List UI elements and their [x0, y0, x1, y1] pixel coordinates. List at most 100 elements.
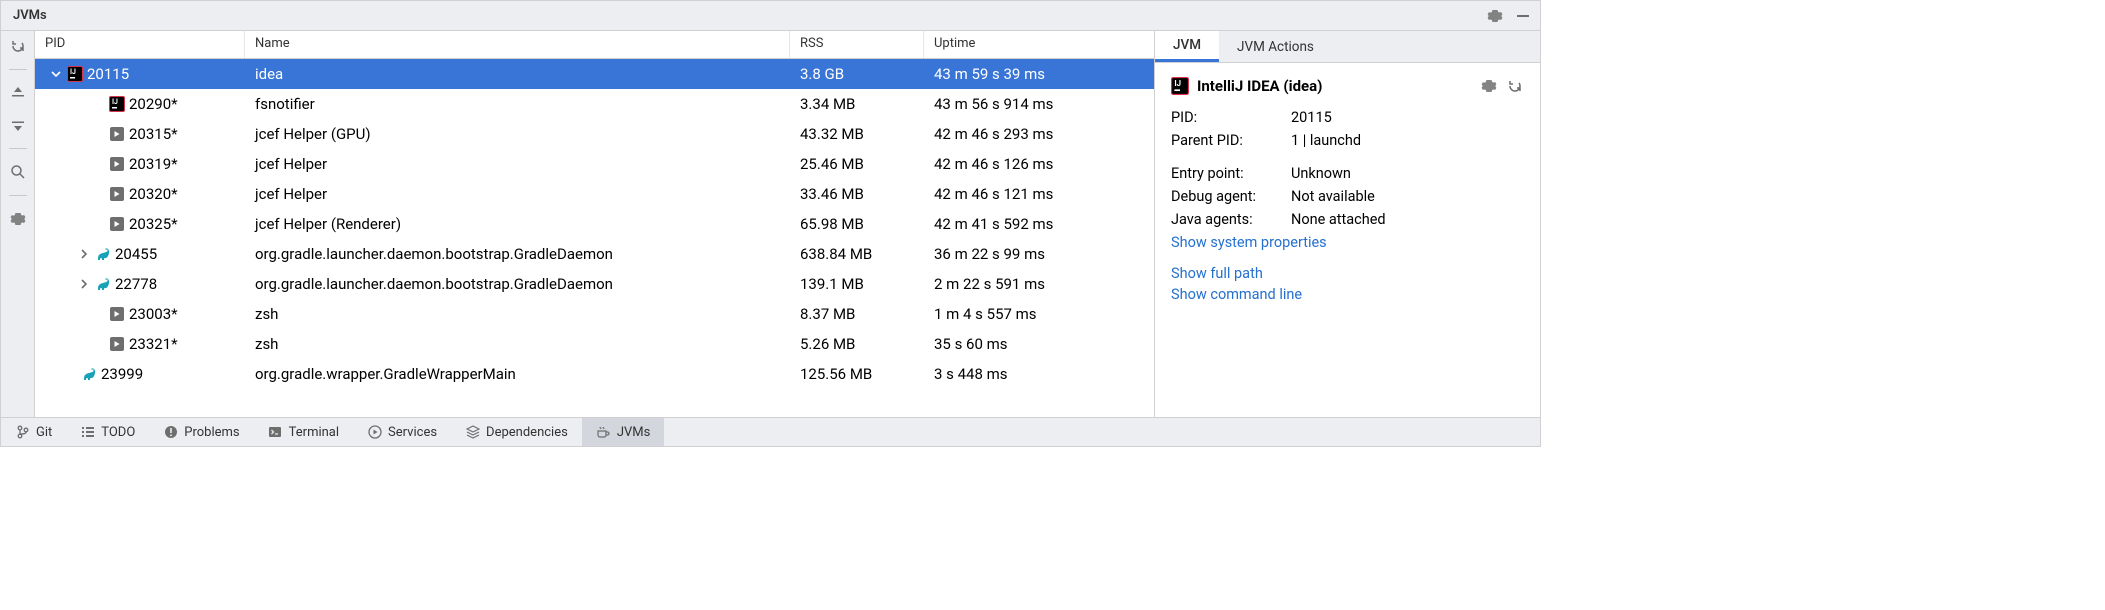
agents-value: None attached [1291, 211, 1524, 228]
refresh-icon[interactable] [9, 37, 27, 55]
bottom-todo[interactable]: TODO [66, 418, 149, 446]
column-rss[interactable]: RSS [790, 31, 924, 58]
search-icon[interactable] [9, 163, 27, 181]
uptime-text: 42 m 46 s 121 ms [924, 185, 1154, 203]
column-uptime[interactable]: Uptime [924, 31, 1154, 58]
name-text: jcef Helper [245, 185, 790, 203]
name-text: zsh [245, 335, 790, 353]
pid-text: 22778 [115, 275, 157, 293]
details-refresh-icon[interactable] [1506, 77, 1524, 95]
table-row[interactable]: 22778org.gradle.launcher.daemon.bootstra… [35, 269, 1154, 299]
bottom-jvms-label: JVMs [617, 425, 651, 440]
expand-all-icon[interactable] [9, 84, 27, 102]
name-text: org.gradle.wrapper.GradleWrapperMain [245, 365, 790, 383]
bottom-todo-label: TODO [101, 425, 135, 440]
bottom-problems[interactable]: Problems [149, 418, 253, 446]
details-title: IntelliJ IDEA (idea) [1197, 77, 1472, 95]
link-full-path[interactable]: Show full path [1171, 265, 1524, 282]
exec-icon [109, 126, 125, 142]
name-text: jcef Helper [245, 155, 790, 173]
details-tabs: JVM JVM Actions [1155, 31, 1540, 63]
bottom-git[interactable]: Git [1, 418, 66, 446]
play-icon [367, 425, 382, 440]
chevron-right-icon[interactable] [77, 279, 91, 289]
rss-text: 43.32 MB [790, 125, 924, 143]
jvms-panel: JVMs [0, 0, 1541, 447]
exec-icon [109, 336, 125, 352]
table-row[interactable]: IJ20115idea3.8 GB43 m 59 s 39 ms [35, 59, 1154, 89]
terminal-icon [268, 425, 283, 440]
gradle-icon [95, 276, 111, 292]
bottom-problems-label: Problems [184, 425, 239, 440]
rss-text: 65.98 MB [790, 215, 924, 233]
chevron-right-icon[interactable] [77, 249, 91, 259]
details-gear-icon[interactable] [1480, 77, 1498, 95]
ppid-value: 1 | launchd [1291, 132, 1524, 149]
table-row[interactable]: 23999org.gradle.wrapper.GradleWrapperMai… [35, 359, 1154, 389]
svg-text:IJ: IJ [112, 98, 118, 106]
pid-text: 20315* [129, 125, 178, 143]
ij-icon: IJ [109, 96, 125, 112]
rss-text: 3.8 GB [790, 65, 924, 83]
bottom-dependencies[interactable]: Dependencies [451, 418, 582, 446]
pid-text: 20115 [87, 65, 129, 83]
table-row[interactable]: 20320*jcef Helper33.46 MB42 m 46 s 121 m… [35, 179, 1154, 209]
collapse-all-icon[interactable] [9, 116, 27, 134]
uptime-text: 42 m 41 s 592 ms [924, 215, 1154, 233]
table-row[interactable]: 20315* jcef Helper (GPU)43.32 MB42 m 46 s… [35, 119, 1154, 149]
table-row[interactable]: 20455 org.gradle.launcher.daemon.bootstra… [35, 239, 1154, 269]
uptime-text: 43 m 56 s 914 ms [924, 95, 1154, 113]
rss-text: 139.1 MB [790, 275, 924, 293]
table-row[interactable]: 23003*zsh8.37 MB1 m 4 s 557 ms [35, 299, 1154, 329]
link-system-properties[interactable]: Show system properties [1171, 234, 1524, 251]
ij-icon: IJ [67, 66, 83, 82]
table-row[interactable]: IJ20290*fsnotifier3.34 MB43 m 56 s 914 m… [35, 89, 1154, 119]
uptime-text: 1 m 4 s 557 ms [924, 305, 1154, 323]
bottom-terminal[interactable]: Terminal [254, 418, 353, 446]
rss-text: 5.26 MB [790, 335, 924, 353]
debug-label: Debug agent: [1171, 188, 1291, 205]
column-pid[interactable]: PID [35, 31, 245, 58]
process-table: PID Name RSS Uptime IJ20115idea3.8 GB43 … [35, 31, 1155, 417]
gear-icon[interactable] [1486, 7, 1504, 25]
name-text: org.gradle.launcher.daemon.bootstrap.Gra… [245, 245, 790, 263]
column-name[interactable]: Name [245, 31, 790, 58]
gradle-icon [95, 246, 111, 262]
bottom-services-label: Services [388, 425, 437, 440]
ppid-label: Parent PID: [1171, 132, 1291, 149]
pid-text: 20320* [129, 185, 178, 203]
rss-text: 3.34 MB [790, 95, 924, 113]
exec-icon [109, 156, 125, 172]
svg-text:IJ: IJ [1174, 79, 1181, 88]
chevron-down-icon[interactable] [49, 69, 63, 79]
exec-icon [109, 186, 125, 202]
bottom-terminal-label: Terminal [289, 425, 339, 440]
uptime-text: 42 m 46 s 293 ms [924, 125, 1154, 143]
svg-text:IJ: IJ [70, 68, 76, 76]
tab-jvm[interactable]: JVM [1155, 31, 1219, 62]
table-row[interactable]: 23321*zsh5.26 MB35 s 60 ms [35, 329, 1154, 359]
list-icon [80, 425, 95, 440]
minimize-icon[interactable] [1514, 7, 1532, 25]
pid-text: 20455 [115, 245, 157, 263]
table-row[interactable]: 20325*jcef Helper (Renderer)65.98 MB42 m… [35, 209, 1154, 239]
table-row[interactable]: 20319*jcef Helper25.46 MB42 m 46 s 126 m… [35, 149, 1154, 179]
settings-icon[interactable] [9, 210, 27, 228]
rss-text: 638.84 MB [790, 245, 924, 263]
tab-jvm-actions[interactable]: JVM Actions [1219, 31, 1332, 62]
panel-title: JVMs [13, 8, 1486, 23]
rss-text: 125.56 MB [790, 365, 924, 383]
bottom-services[interactable]: Services [353, 418, 451, 446]
name-text: jcef Helper (GPU) [245, 125, 790, 143]
rss-text: 25.46 MB [790, 155, 924, 173]
rss-text: 8.37 MB [790, 305, 924, 323]
debug-value: Not available [1291, 188, 1524, 205]
details-pane: JVM JVM Actions IJ IntelliJ IDEA (idea) [1155, 31, 1540, 417]
link-command-line[interactable]: Show command line [1171, 286, 1524, 303]
agents-label: Java agents: [1171, 211, 1291, 228]
uptime-text: 3 s 448 ms [924, 365, 1154, 383]
uptime-text: 36 m 22 s 99 ms [924, 245, 1154, 263]
pid-value: 20115 [1291, 109, 1524, 126]
uptime-text: 42 m 46 s 126 ms [924, 155, 1154, 173]
bottom-jvms[interactable]: JVMs [582, 418, 665, 446]
